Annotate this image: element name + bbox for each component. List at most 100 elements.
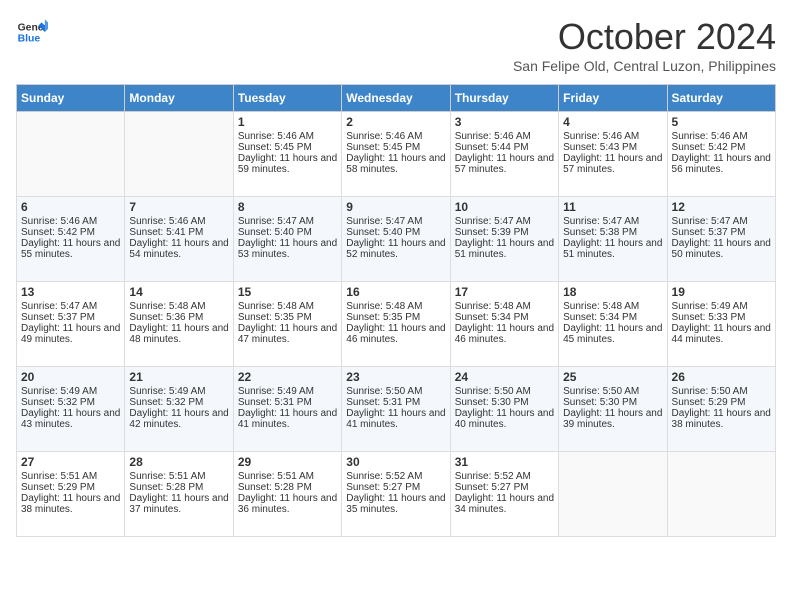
day-number: 27 — [21, 455, 120, 469]
col-header-saturday: Saturday — [667, 85, 775, 112]
day-number: 29 — [238, 455, 337, 469]
day-number: 7 — [129, 200, 228, 214]
calendar-cell: 15Sunrise: 5:48 AMSunset: 5:35 PMDayligh… — [233, 282, 341, 367]
col-header-friday: Friday — [559, 85, 667, 112]
calendar-cell: 7Sunrise: 5:46 AMSunset: 5:41 PMDaylight… — [125, 197, 233, 282]
calendar-cell: 24Sunrise: 5:50 AMSunset: 5:30 PMDayligh… — [450, 367, 558, 452]
sunrise-text: Sunrise: 5:47 AM — [21, 301, 120, 312]
daylight-text: Daylight: 11 hours and 46 minutes. — [346, 323, 445, 345]
daylight-text: Daylight: 11 hours and 59 minutes. — [238, 153, 337, 175]
sunrise-text: Sunrise: 5:51 AM — [129, 471, 228, 482]
sunset-text: Sunset: 5:34 PM — [563, 312, 662, 323]
title-block: October 2024 San Felipe Old, Central Luz… — [513, 16, 776, 74]
sunrise-text: Sunrise: 5:47 AM — [455, 216, 554, 227]
sunrise-text: Sunrise: 5:49 AM — [238, 386, 337, 397]
col-header-thursday: Thursday — [450, 85, 558, 112]
sunset-text: Sunset: 5:45 PM — [346, 142, 445, 153]
day-number: 18 — [563, 285, 662, 299]
daylight-text: Daylight: 11 hours and 38 minutes. — [21, 493, 120, 515]
day-number: 17 — [455, 285, 554, 299]
week-row-1: 1Sunrise: 5:46 AMSunset: 5:45 PMDaylight… — [17, 112, 776, 197]
daylight-text: Daylight: 11 hours and 49 minutes. — [21, 323, 120, 345]
sunrise-text: Sunrise: 5:52 AM — [346, 471, 445, 482]
col-header-monday: Monday — [125, 85, 233, 112]
sunset-text: Sunset: 5:29 PM — [21, 482, 120, 493]
calendar-cell: 9Sunrise: 5:47 AMSunset: 5:40 PMDaylight… — [342, 197, 450, 282]
day-number: 4 — [563, 115, 662, 129]
daylight-text: Daylight: 11 hours and 38 minutes. — [672, 408, 771, 430]
day-number: 12 — [672, 200, 771, 214]
day-number: 15 — [238, 285, 337, 299]
day-number: 6 — [21, 200, 120, 214]
sunset-text: Sunset: 5:42 PM — [21, 227, 120, 238]
daylight-text: Daylight: 11 hours and 39 minutes. — [563, 408, 662, 430]
sunset-text: Sunset: 5:40 PM — [238, 227, 337, 238]
month-title: October 2024 — [513, 16, 776, 58]
page-header: General Blue October 2024 San Felipe Old… — [16, 16, 776, 74]
calendar-cell: 17Sunrise: 5:48 AMSunset: 5:34 PMDayligh… — [450, 282, 558, 367]
week-row-2: 6Sunrise: 5:46 AMSunset: 5:42 PMDaylight… — [17, 197, 776, 282]
week-row-3: 13Sunrise: 5:47 AMSunset: 5:37 PMDayligh… — [17, 282, 776, 367]
calendar-cell: 31Sunrise: 5:52 AMSunset: 5:27 PMDayligh… — [450, 452, 558, 537]
daylight-text: Daylight: 11 hours and 57 minutes. — [563, 153, 662, 175]
sunset-text: Sunset: 5:35 PM — [238, 312, 337, 323]
col-header-tuesday: Tuesday — [233, 85, 341, 112]
day-number: 5 — [672, 115, 771, 129]
week-row-5: 27Sunrise: 5:51 AMSunset: 5:29 PMDayligh… — [17, 452, 776, 537]
calendar-table: SundayMondayTuesdayWednesdayThursdayFrid… — [16, 84, 776, 537]
sunset-text: Sunset: 5:30 PM — [455, 397, 554, 408]
sunset-text: Sunset: 5:35 PM — [346, 312, 445, 323]
sunset-text: Sunset: 5:40 PM — [346, 227, 445, 238]
calendar-cell: 27 Sunrise: 5:51 AMSunset: 5:29 PMDayligh… — [17, 452, 125, 537]
sunrise-text: Sunrise: 5:51 AM — [238, 471, 337, 482]
day-number: 21 — [129, 370, 228, 384]
sunset-text: Sunset: 5:33 PM — [672, 312, 771, 323]
day-number: 30 — [346, 455, 445, 469]
daylight-text: Daylight: 11 hours and 48 minutes. — [129, 323, 228, 345]
sunset-text: Sunset: 5:31 PM — [346, 397, 445, 408]
calendar-cell: 14Sunrise: 5:48 AMSunset: 5:36 PMDayligh… — [125, 282, 233, 367]
day-number: 23 — [346, 370, 445, 384]
daylight-text: Daylight: 11 hours and 57 minutes. — [455, 153, 554, 175]
day-number: 2 — [346, 115, 445, 129]
header-row: SundayMondayTuesdayWednesdayThursdayFrid… — [17, 85, 776, 112]
sunrise-text: Sunrise: 5:48 AM — [563, 301, 662, 312]
daylight-text: Daylight: 11 hours and 41 minutes. — [238, 408, 337, 430]
day-number: 28 — [129, 455, 228, 469]
sunset-text: Sunset: 5:32 PM — [129, 397, 228, 408]
day-number: 31 — [455, 455, 554, 469]
calendar-cell: 20Sunrise: 5:49 AMSunset: 5:32 PMDayligh… — [17, 367, 125, 452]
sunrise-text: Sunrise: 5:48 AM — [238, 301, 337, 312]
col-header-wednesday: Wednesday — [342, 85, 450, 112]
calendar-cell: 8Sunrise: 5:47 AMSunset: 5:40 PMDaylight… — [233, 197, 341, 282]
sunrise-text: Sunrise: 5:46 AM — [563, 131, 662, 142]
sunrise-text: Sunrise: 5:46 AM — [346, 131, 445, 142]
sunrise-text: Sunrise: 5:47 AM — [563, 216, 662, 227]
calendar-cell: 26Sunrise: 5:50 AMSunset: 5:29 PMDayligh… — [667, 367, 775, 452]
day-number: 16 — [346, 285, 445, 299]
calendar-cell: 25Sunrise: 5:50 AMSunset: 5:30 PMDayligh… — [559, 367, 667, 452]
day-number: 20 — [21, 370, 120, 384]
week-row-4: 20Sunrise: 5:49 AMSunset: 5:32 PMDayligh… — [17, 367, 776, 452]
daylight-text: Daylight: 11 hours and 45 minutes. — [563, 323, 662, 345]
calendar-cell: 23Sunrise: 5:50 AMSunset: 5:31 PMDayligh… — [342, 367, 450, 452]
calendar-cell: 30Sunrise: 5:52 AMSunset: 5:27 PMDayligh… — [342, 452, 450, 537]
day-number: 24 — [455, 370, 554, 384]
day-number: 25 — [563, 370, 662, 384]
sunrise-text: Sunrise: 5:51 AM — [21, 471, 120, 482]
day-number: 19 — [672, 285, 771, 299]
sunset-text: Sunset: 5:36 PM — [129, 312, 228, 323]
calendar-cell: 29Sunrise: 5:51 AMSunset: 5:28 PMDayligh… — [233, 452, 341, 537]
day-number: 22 — [238, 370, 337, 384]
calendar-cell: 16Sunrise: 5:48 AMSunset: 5:35 PMDayligh… — [342, 282, 450, 367]
daylight-text: Daylight: 11 hours and 51 minutes. — [563, 238, 662, 260]
daylight-text: Daylight: 11 hours and 42 minutes. — [129, 408, 228, 430]
sunrise-text: Sunrise: 5:46 AM — [455, 131, 554, 142]
daylight-text: Daylight: 11 hours and 37 minutes. — [129, 493, 228, 515]
daylight-text: Daylight: 11 hours and 58 minutes. — [346, 153, 445, 175]
daylight-text: Daylight: 11 hours and 40 minutes. — [455, 408, 554, 430]
daylight-text: Daylight: 11 hours and 34 minutes. — [455, 493, 554, 515]
day-number: 10 — [455, 200, 554, 214]
sunset-text: Sunset: 5:28 PM — [129, 482, 228, 493]
sunrise-text: Sunrise: 5:47 AM — [672, 216, 771, 227]
